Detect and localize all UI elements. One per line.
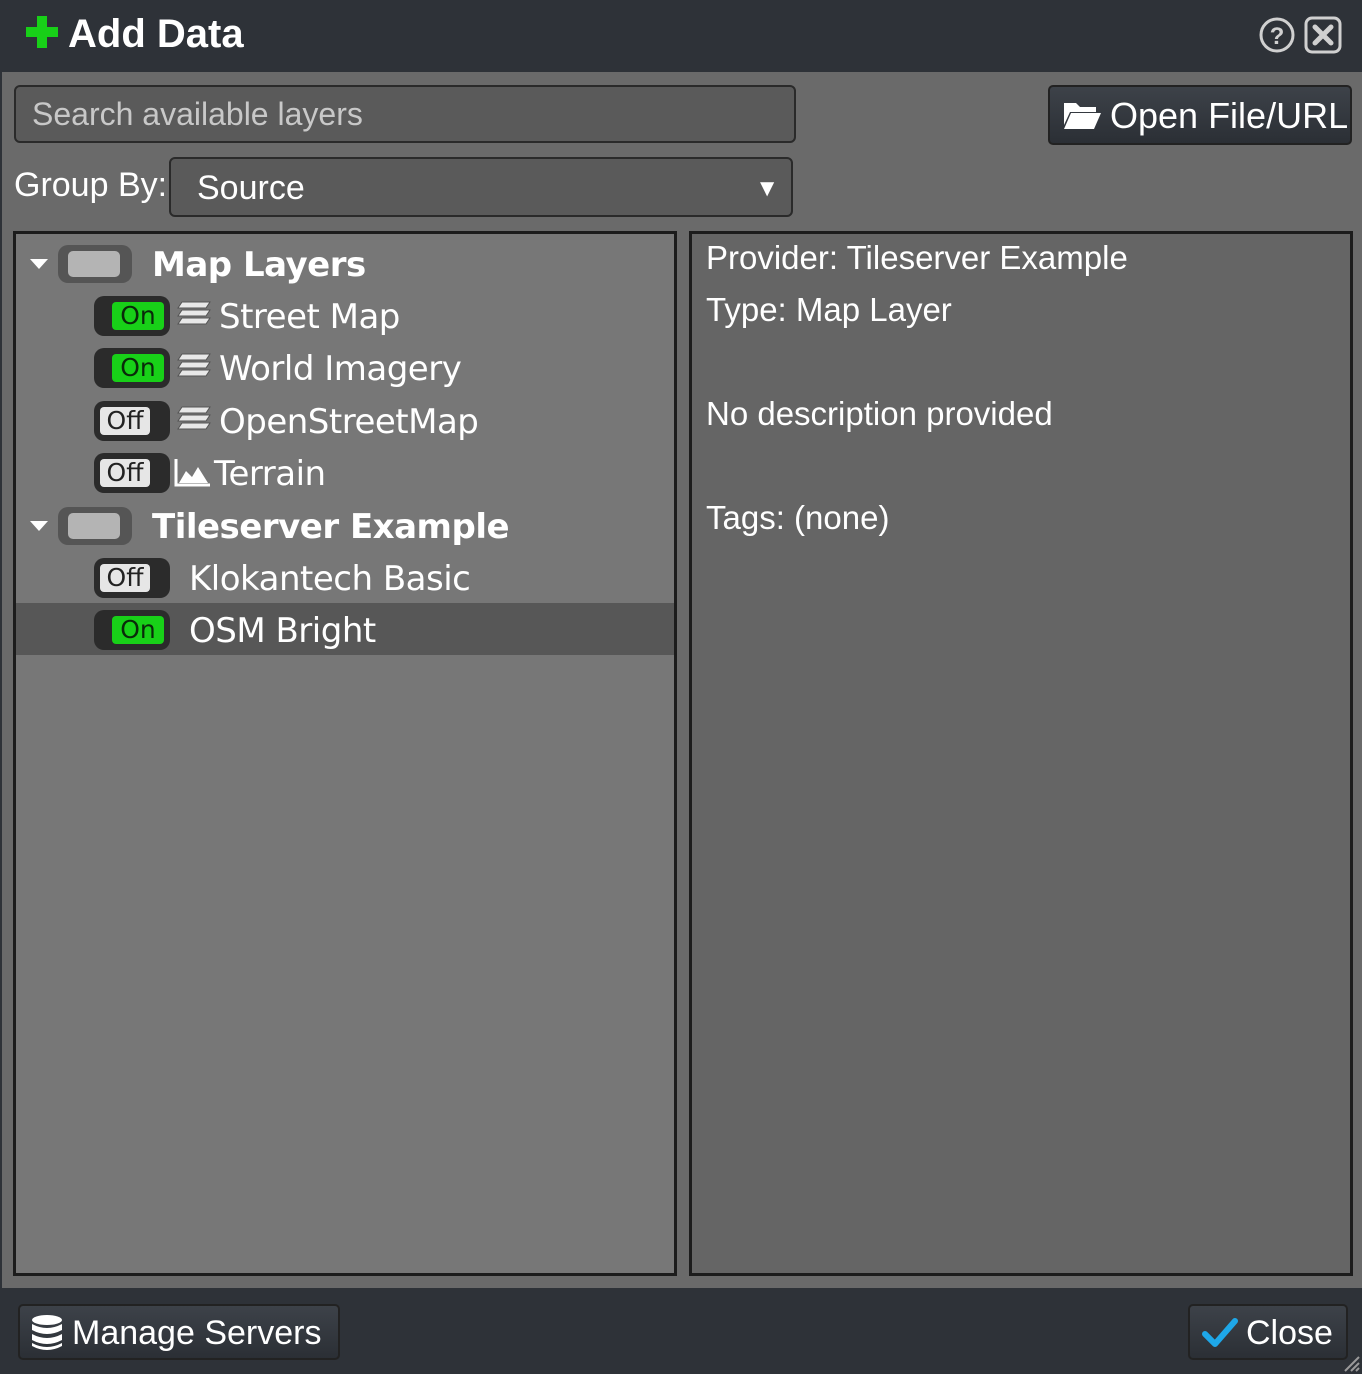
toggle-state: Off: [100, 407, 150, 435]
svg-text:?: ?: [1270, 23, 1285, 50]
close-box-icon[interactable]: [1304, 16, 1342, 54]
open-file-url-label: Open File/URL: [1110, 95, 1349, 136]
group-by-label: Group By:: [14, 166, 168, 204]
layer-label: Terrain: [214, 454, 326, 494]
dialog-title: Add Data: [68, 12, 244, 56]
layers-stack-icon: [177, 406, 211, 430]
tree-layer-osm-bright[interactable]: On OSM Bright: [16, 603, 674, 655]
resize-grip-icon[interactable]: [1342, 1354, 1360, 1372]
group-toggle[interactable]: [58, 507, 132, 545]
layer-tree-panel[interactable]: Map Layers On Street Map On World Imager…: [13, 231, 677, 1276]
detail-description: No description provided: [706, 395, 1053, 432]
layer-details-panel: Provider: Tileserver Example Type: Map L…: [689, 231, 1353, 1276]
layers-stack-icon: [177, 353, 211, 377]
dialog-footer: Manage Servers Close: [0, 1288, 1362, 1374]
toggle-state: Off: [100, 459, 150, 487]
manage-servers-label: Manage Servers: [72, 1314, 322, 1352]
toggle-state: On: [112, 354, 164, 382]
tree-layer-terrain[interactable]: Off Terrain: [16, 446, 674, 498]
layers-stack-icon: [177, 301, 211, 325]
detail-tags: Tags: (none): [706, 499, 890, 536]
expand-caret-icon[interactable]: [30, 259, 48, 269]
group-label: Map Layers: [152, 245, 366, 285]
layer-toggle[interactable]: Off: [94, 453, 170, 493]
group-by-select[interactable]: Source ▼: [169, 157, 793, 217]
layer-toggle[interactable]: On: [94, 610, 170, 650]
layer-toggle[interactable]: On: [94, 296, 170, 336]
group-label: Tileserver Example: [152, 507, 510, 547]
plus-icon: [26, 16, 58, 48]
tree-layer-world-imagery[interactable]: On World Imagery: [16, 341, 674, 393]
group-toggle[interactable]: [58, 245, 132, 283]
toggle-state: On: [112, 616, 164, 644]
layer-toggle[interactable]: On: [94, 348, 170, 388]
layer-label: Klokantech Basic: [189, 559, 471, 599]
question-circle-icon[interactable]: ?: [1258, 16, 1296, 54]
layer-toggle[interactable]: Off: [94, 401, 170, 441]
toggle-state: Off: [100, 564, 150, 592]
manage-servers-button[interactable]: Manage Servers: [18, 1304, 340, 1360]
layer-label: OpenStreetMap: [219, 402, 479, 442]
dialog-titlebar[interactable]: Add Data ?: [0, 0, 1362, 72]
tree-layer-street-map[interactable]: On Street Map: [16, 289, 674, 341]
open-file-url-button[interactable]: Open File/URL: [1048, 85, 1352, 145]
dialog-content: Open File/URL Group By: Source ▼ Map Lay…: [2, 72, 1362, 1288]
tree-group-map-layers[interactable]: Map Layers: [16, 237, 674, 289]
close-label: Close: [1246, 1314, 1333, 1352]
tree-group-tileserver-example[interactable]: Tileserver Example: [16, 499, 674, 551]
dropdown-arrow-icon: ▼: [755, 175, 779, 202]
tree-layer-openstreetmap[interactable]: Off OpenStreetMap: [16, 394, 674, 446]
detail-provider: Provider: Tileserver Example: [706, 239, 1128, 276]
group-by-value: Source: [197, 169, 305, 207]
expand-caret-icon[interactable]: [30, 521, 48, 531]
folder-open-icon: [1064, 103, 1101, 129]
close-button[interactable]: Close: [1188, 1304, 1348, 1360]
database-icon: [32, 1315, 62, 1350]
layer-label: World Imagery: [219, 349, 462, 389]
layer-label: OSM Bright: [189, 611, 376, 651]
search-input[interactable]: [14, 85, 796, 143]
add-data-dialog: Add Data ? Open File/URL Group By: Sourc…: [0, 0, 1362, 1374]
detail-type: Type: Map Layer: [706, 291, 952, 328]
checkmark-icon: [1202, 1318, 1238, 1347]
layer-label: Street Map: [219, 297, 400, 337]
tree-layer-klokantech-basic[interactable]: Off Klokantech Basic: [16, 551, 674, 603]
layer-toggle[interactable]: Off: [94, 558, 170, 598]
terrain-chart-icon: [174, 459, 210, 487]
toggle-state: On: [112, 302, 164, 330]
